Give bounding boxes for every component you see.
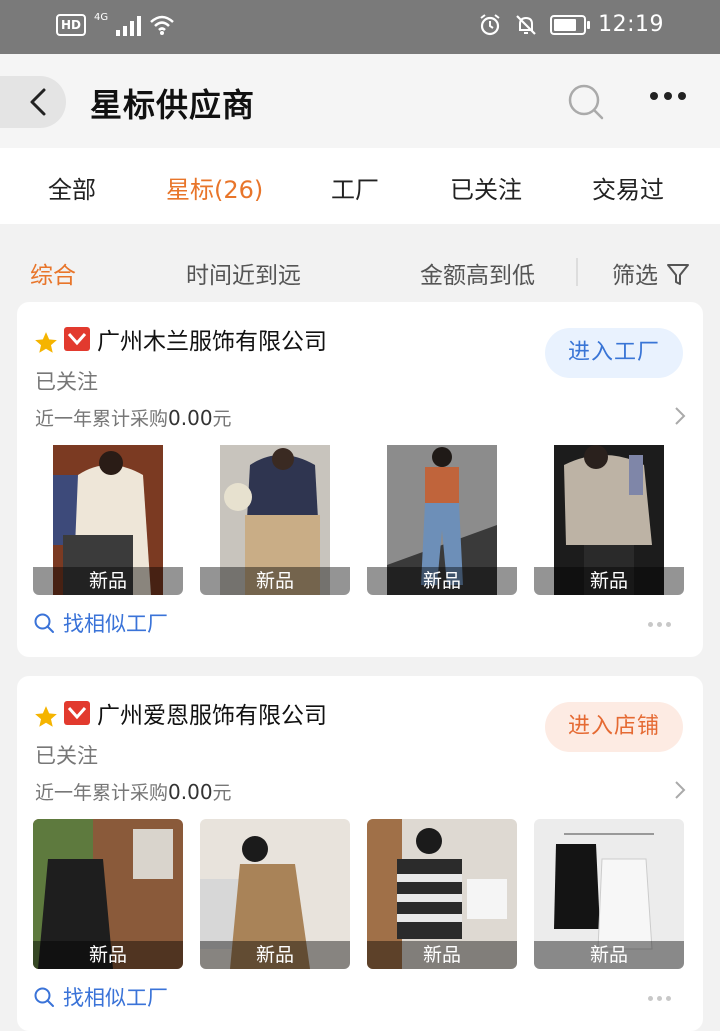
product-thumbnails: 新品 新品 新品 新品	[33, 819, 687, 969]
more-button[interactable]	[650, 92, 686, 100]
more-dot-icon	[657, 622, 662, 627]
new-badge: 新品	[367, 941, 517, 969]
filter-button[interactable]: 筛选	[612, 256, 691, 290]
chevron-right-icon[interactable]	[673, 778, 687, 802]
tab-factory[interactable]: 工厂	[331, 170, 379, 205]
new-badge: 新品	[367, 567, 517, 595]
product-thumbnail[interactable]: 新品	[33, 445, 183, 595]
purchase-unit: 元	[212, 408, 232, 430]
more-dot-icon	[666, 622, 671, 627]
new-badge: 新品	[200, 567, 350, 595]
supplier-badge-icon	[64, 327, 90, 351]
enter-factory-button[interactable]: 进入工厂	[545, 328, 683, 378]
supplier-badge-icon	[64, 701, 90, 725]
annual-purchase: 近一年累计采购0.00元	[35, 404, 232, 431]
more-dot-icon	[664, 92, 672, 100]
find-similar-factory-link[interactable]: 找相似工厂	[33, 608, 168, 638]
purchase-label: 近一年累计采购	[35, 782, 169, 804]
card-more-button[interactable]	[648, 622, 671, 627]
sort-amount[interactable]: 金额高到低	[420, 256, 535, 290]
enter-store-button[interactable]: 进入店铺	[545, 702, 683, 752]
new-badge: 新品	[200, 941, 350, 969]
sort-time[interactable]: 时间近到远	[186, 256, 301, 290]
page-title: 星标供应商	[90, 86, 256, 124]
star-icon	[35, 332, 57, 353]
mute-bell-icon	[516, 14, 536, 35]
search-icon	[34, 987, 54, 1007]
divider	[576, 258, 578, 286]
tab-all[interactable]: 全部	[48, 170, 96, 205]
product-thumbnail[interactable]: 新品	[534, 819, 684, 969]
search-icon	[34, 613, 54, 633]
purchase-amount: 0.00	[168, 406, 213, 430]
company-row: 广州爱恩服饰有限公司	[33, 696, 327, 730]
more-dot-icon	[666, 996, 671, 1001]
hd-badge: HD	[56, 14, 87, 36]
purchase-unit: 元	[212, 782, 232, 804]
navigation-header: 星标供应商	[0, 54, 720, 148]
more-dot-icon	[648, 996, 653, 1001]
new-badge: 新品	[534, 567, 684, 595]
filter-tabs: 全部 星标(26) 工厂 已关注 交易过	[0, 148, 720, 224]
wifi-icon	[150, 15, 174, 35]
product-thumbnail[interactable]: 新品	[534, 445, 684, 595]
follow-status: 已关注	[35, 370, 98, 394]
supplier-card[interactable]: 广州爱恩服饰有限公司 已关注 近一年累计采购0.00元 进入店铺 新品 新品 新…	[17, 676, 703, 1031]
tab-starred[interactable]: 星标(26)	[166, 170, 263, 205]
card-more-button[interactable]	[648, 996, 671, 1001]
sort-overall[interactable]: 综合	[30, 256, 76, 290]
product-thumbnail[interactable]: 新品	[33, 819, 183, 969]
company-name[interactable]: 广州爱恩服饰有限公司	[97, 696, 327, 730]
tab-traded[interactable]: 交易过	[592, 170, 664, 205]
more-dot-icon	[650, 92, 658, 100]
product-thumbnails: 新品 新品 新品 新品	[33, 445, 687, 595]
signal-icon	[116, 14, 142, 36]
product-thumbnail[interactable]: 新品	[367, 819, 517, 969]
more-dot-icon	[648, 622, 653, 627]
new-badge: 新品	[534, 941, 684, 969]
back-button[interactable]	[0, 76, 66, 128]
alarm-icon	[480, 13, 500, 35]
search-icon	[568, 84, 604, 120]
purchase-label: 近一年累计采购	[35, 408, 169, 430]
find-similar-label: 找相似工厂	[63, 612, 168, 636]
more-dot-icon	[657, 996, 662, 1001]
product-thumbnail[interactable]: 新品	[200, 445, 350, 595]
company-row: 广州木兰服饰有限公司	[33, 322, 327, 356]
filter-label: 筛选	[612, 263, 658, 289]
follow-status: 已关注	[35, 744, 98, 768]
network-type: 4G	[94, 11, 109, 23]
product-thumbnail[interactable]: 新品	[367, 445, 517, 595]
sort-bar: 综合 时间近到远 金额高到低 筛选	[0, 240, 720, 300]
chevron-right-icon[interactable]	[673, 404, 687, 428]
funnel-icon	[667, 264, 690, 285]
chevron-left-icon	[30, 88, 46, 116]
company-name[interactable]: 广州木兰服饰有限公司	[97, 322, 327, 356]
tab-followed[interactable]: 已关注	[450, 170, 522, 205]
status-bar: HD 4G 12:19	[0, 0, 720, 54]
search-button[interactable]	[566, 82, 606, 126]
supplier-card[interactable]: 广州木兰服饰有限公司 已关注 近一年累计采购0.00元 进入工厂 新品 新品 新…	[17, 302, 703, 657]
status-right: 12:19	[478, 12, 664, 37]
status-left: HD 4G	[56, 11, 175, 36]
product-thumbnail[interactable]: 新品	[200, 819, 350, 969]
find-similar-factory-link[interactable]: 找相似工厂	[33, 982, 168, 1012]
clock: 12:19	[598, 12, 664, 37]
annual-purchase: 近一年累计采购0.00元	[35, 778, 232, 805]
new-badge: 新品	[33, 941, 183, 969]
star-icon	[35, 706, 57, 727]
find-similar-label: 找相似工厂	[63, 986, 168, 1010]
battery-icon	[550, 14, 591, 35]
new-badge: 新品	[33, 567, 183, 595]
more-dot-icon	[678, 92, 686, 100]
purchase-amount: 0.00	[168, 780, 213, 804]
